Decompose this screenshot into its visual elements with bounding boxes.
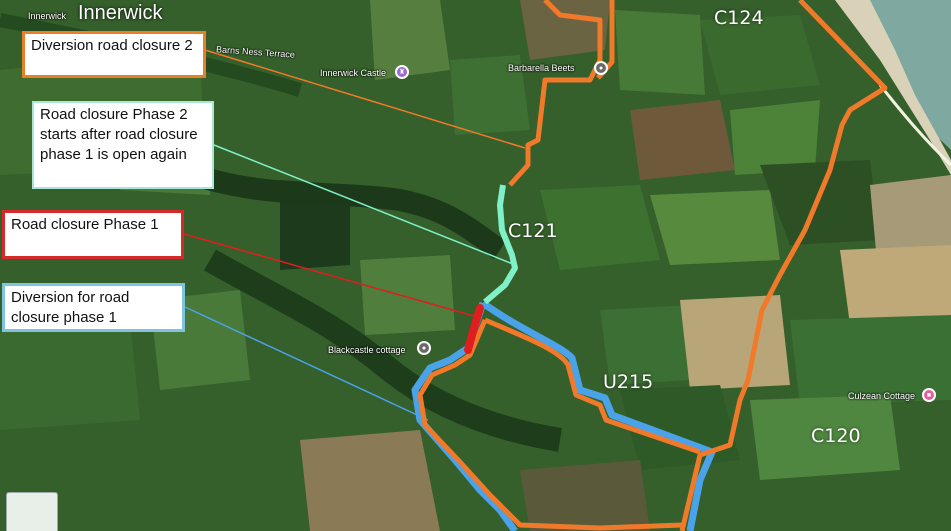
field bbox=[520, 0, 610, 60]
place-barbarella-beets: Barbarella Beets bbox=[508, 63, 575, 73]
place-culzean-cottage: Culzean Cottage bbox=[848, 391, 916, 401]
place-innerwick-big: Innerwick bbox=[78, 2, 163, 24]
label-diversion-phase2: Diversion road closure 2 bbox=[22, 31, 206, 78]
castle-pin-icon[interactable]: ♜ bbox=[395, 65, 409, 79]
label-diversion-phase1: Diversion for road closure phase 1 bbox=[2, 283, 185, 332]
satellite-imagery bbox=[0, 0, 951, 531]
field bbox=[0, 320, 140, 430]
field bbox=[630, 100, 735, 180]
map-view[interactable]: Innerwick Innerwick Barns Ness Terrace I… bbox=[0, 0, 951, 531]
label-closure-phase2: Road closure Phase 2 starts after road c… bbox=[32, 101, 214, 189]
label-closure-phase1: Road closure Phase 1 bbox=[2, 210, 184, 259]
place-innerwick-castle: Innerwick Castle bbox=[320, 68, 387, 78]
field bbox=[300, 430, 440, 531]
road-code-c121: C121 bbox=[508, 220, 558, 242]
field bbox=[840, 245, 951, 325]
field bbox=[360, 255, 455, 335]
field bbox=[680, 295, 790, 390]
road-code-u215: U215 bbox=[603, 371, 654, 393]
place-innerwick-small: Innerwick bbox=[28, 11, 67, 21]
lodging-pin-icon[interactable]: ■ bbox=[922, 388, 936, 402]
field bbox=[615, 10, 705, 95]
place-pin-icon[interactable]: ● bbox=[417, 341, 431, 355]
place-blackcastle-cottage: Blackcastle cottage bbox=[328, 345, 406, 355]
layer-toggle-button[interactable] bbox=[6, 492, 58, 531]
road-code-c124: C124 bbox=[714, 7, 764, 29]
field bbox=[540, 185, 660, 270]
field bbox=[520, 460, 650, 531]
shop-pin-icon[interactable]: ● bbox=[594, 61, 608, 75]
road-code-c120: C120 bbox=[811, 425, 861, 447]
field bbox=[650, 190, 780, 265]
